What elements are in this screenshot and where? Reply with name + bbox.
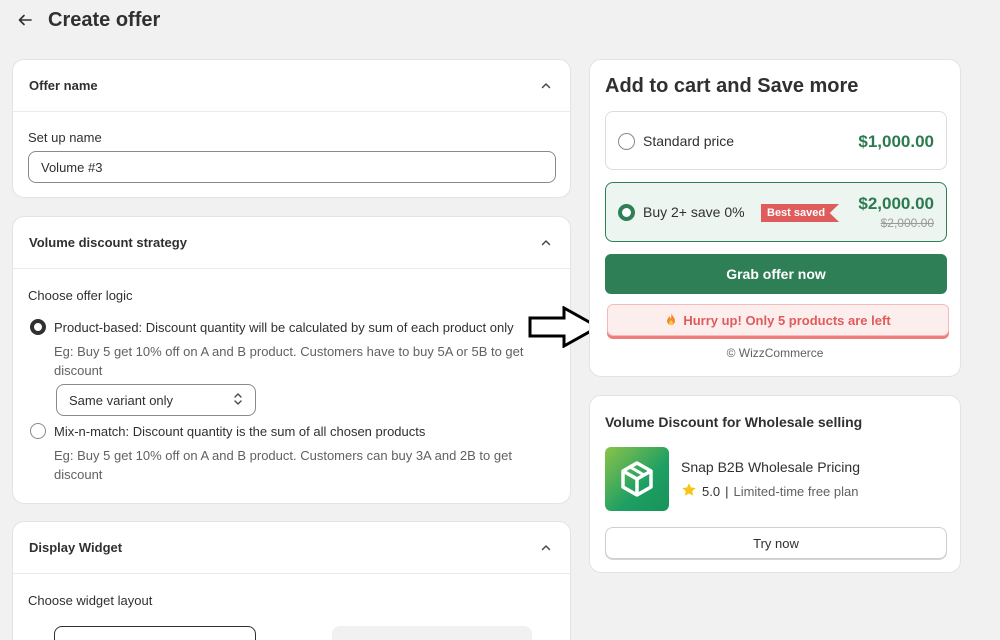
offer-name-card: Offer name Set up name bbox=[12, 59, 571, 198]
standard-radio[interactable] bbox=[618, 133, 635, 150]
preview-title: Add to cart and Save more bbox=[605, 75, 859, 97]
bundle-option[interactable]: Buy 2+ save 0% Best saved $2,000.00 $2,0… bbox=[605, 182, 947, 242]
product-based-help: Eg: Buy 5 get 10% off on A and B product… bbox=[54, 344, 524, 359]
grab-offer-button[interactable]: Grab offer now bbox=[605, 254, 947, 294]
bundle-price: $2,000.00 bbox=[858, 194, 934, 213]
app-logo-icon bbox=[605, 447, 669, 511]
powered-by: © WizzCommerce bbox=[726, 346, 824, 360]
variant-select-value: Same variant only bbox=[69, 392, 174, 408]
chevron-up-icon[interactable] bbox=[538, 78, 554, 94]
strategy-header[interactable]: Volume discount strategy bbox=[13, 217, 570, 269]
widget-layout-label: Choose widget layout bbox=[28, 593, 153, 608]
standard-price-option[interactable]: Standard price $1,000.00 bbox=[605, 111, 947, 170]
mix-n-match-help-cont: discount bbox=[54, 467, 103, 482]
display-widget-header[interactable]: Display Widget bbox=[13, 522, 570, 574]
layout-option-1[interactable] bbox=[54, 626, 256, 640]
mix-n-match-radio[interactable] bbox=[30, 423, 46, 439]
fire-icon bbox=[665, 312, 677, 329]
section-title: Volume discount strategy bbox=[29, 235, 187, 250]
standard-price: $1,000.00 bbox=[858, 132, 934, 151]
layout-option-2[interactable] bbox=[332, 626, 532, 640]
plan-text: Limited-time free plan bbox=[733, 484, 859, 499]
chevron-up-icon[interactable] bbox=[538, 235, 554, 251]
mix-n-match-help: Eg: Buy 5 get 10% off on A and B product… bbox=[54, 448, 512, 463]
variant-select[interactable]: Same variant only bbox=[56, 384, 256, 416]
promo-card: Volume Discount for Wholesale selling Sn… bbox=[589, 395, 961, 573]
product-based-radio[interactable] bbox=[30, 319, 46, 335]
page-title: Create offer bbox=[48, 8, 161, 31]
chevron-up-icon[interactable] bbox=[538, 540, 554, 556]
widget-preview-card: Add to cart and Save more Standard price… bbox=[589, 59, 961, 377]
promo-title: Volume Discount for Wholesale selling bbox=[605, 414, 863, 430]
section-title: Display Widget bbox=[29, 540, 123, 555]
bundle-radio[interactable] bbox=[618, 204, 635, 221]
hurry-banner: Hurry up! Only 5 products are left bbox=[607, 304, 949, 336]
bundle-original-price: $2,000.00 bbox=[880, 216, 934, 230]
page-header: Create offer bbox=[16, 8, 160, 32]
select-arrows-icon bbox=[233, 392, 243, 409]
strategy-card: Volume discount strategy Choose offer lo… bbox=[12, 216, 571, 504]
standard-label: Standard price bbox=[643, 133, 735, 149]
rating-divider: | bbox=[725, 484, 729, 499]
best-saved-badge: Best saved bbox=[761, 204, 840, 222]
mix-n-match-label[interactable]: Mix-n-match: Discount quantity is the su… bbox=[54, 424, 425, 439]
product-based-label[interactable]: Product-based: Discount quantity will be… bbox=[54, 320, 514, 335]
app-rating: 5.0 | Limited-time free plan bbox=[681, 482, 858, 501]
bundle-label: Buy 2+ save 0% bbox=[643, 204, 745, 220]
name-field-label: Set up name bbox=[28, 130, 102, 145]
try-now-button[interactable]: Try now bbox=[605, 527, 947, 559]
back-arrow-icon[interactable] bbox=[16, 11, 34, 29]
star-icon bbox=[681, 482, 697, 501]
hurry-text: Hurry up! Only 5 products are left bbox=[683, 312, 891, 328]
offer-name-header[interactable]: Offer name bbox=[13, 60, 570, 112]
offer-name-input[interactable] bbox=[28, 151, 556, 183]
product-based-help-cont: discount bbox=[54, 363, 103, 378]
section-title: Offer name bbox=[29, 78, 98, 93]
rating-value: 5.0 bbox=[702, 484, 721, 499]
display-widget-card: Display Widget Choose widget layout bbox=[12, 521, 571, 640]
offer-logic-label: Choose offer logic bbox=[28, 288, 133, 303]
app-name[interactable]: Snap B2B Wholesale Pricing bbox=[681, 459, 860, 475]
